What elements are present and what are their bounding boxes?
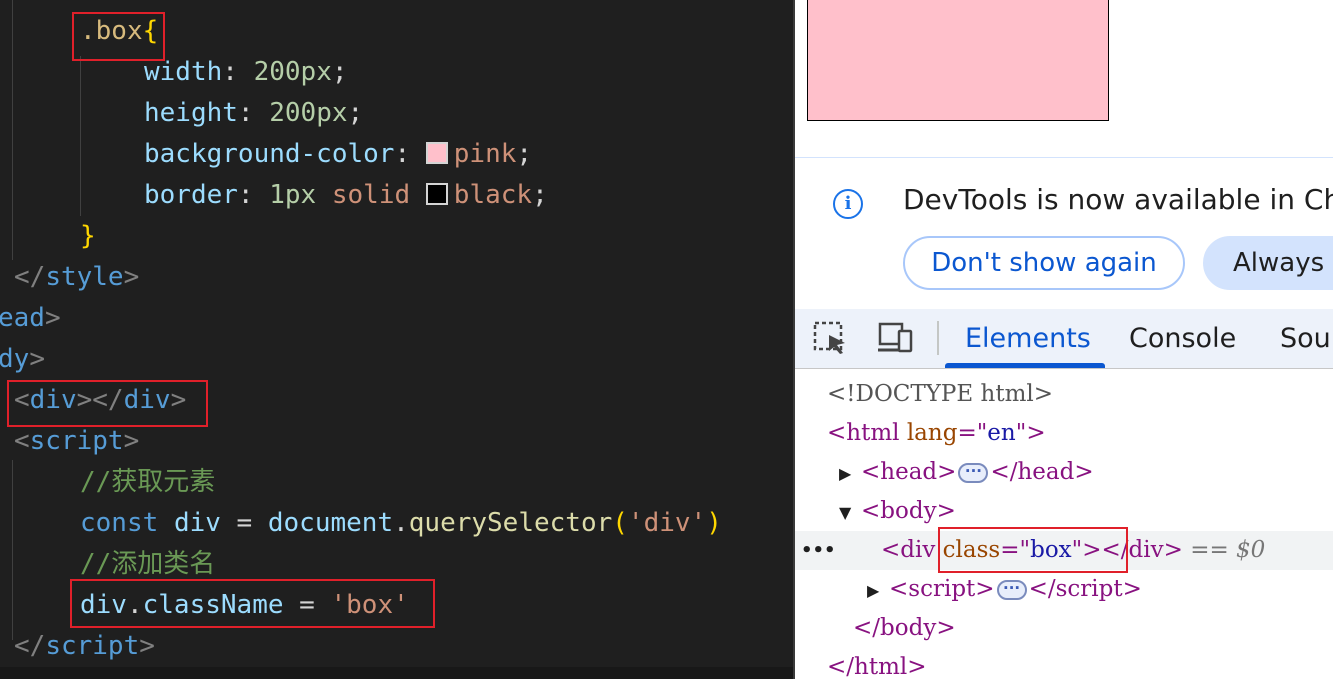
editor-scroll-area xyxy=(0,667,793,679)
dom-node-html-close[interactable]: </html> xyxy=(795,648,1333,679)
doctype-text: <!DOCTYPE html> xyxy=(827,381,1054,407)
code-comment: //添加类名 xyxy=(80,549,216,579)
tag-name: head xyxy=(880,459,938,485)
object-name: document xyxy=(267,508,394,538)
highlight-class-attr xyxy=(938,527,1128,573)
browser-pane: i DevTools is now available in Chinese! … xyxy=(793,0,1333,679)
tag-name: head xyxy=(1017,459,1075,485)
dom-tree[interactable]: <!DOCTYPE html> <html lang="en"> ▶ <head>… xyxy=(795,370,1333,679)
tag-name: html xyxy=(854,654,908,679)
dom-node-head[interactable]: ▶ <head> ··· </head> xyxy=(795,453,1333,492)
highlight-selector xyxy=(72,12,165,61)
code-line-head-close: ead> xyxy=(0,303,61,333)
code-comment: //获取元素 xyxy=(80,467,216,497)
code-line-height: height: 200px; xyxy=(144,98,364,128)
method-name: querySelector xyxy=(408,508,613,538)
code-line-body: dy> xyxy=(0,344,45,374)
tab-elements[interactable]: Elements xyxy=(965,323,1091,354)
prop-name: width xyxy=(144,57,223,87)
collapsed-ellipsis-icon[interactable]: ··· xyxy=(996,580,1027,600)
keyword: const xyxy=(80,508,159,538)
indent-guide xyxy=(12,460,13,640)
prop-value: 200px xyxy=(269,98,348,128)
code-line-comment1: //获取元素 xyxy=(80,462,215,503)
dom-node-body[interactable]: ▼ <body> xyxy=(795,492,1333,531)
indent-guide xyxy=(80,56,81,216)
prop-value: 200px xyxy=(253,57,332,87)
expand-triangle-icon[interactable]: ▶ xyxy=(839,454,861,493)
dom-node-doctype[interactable]: <!DOCTYPE html> xyxy=(795,375,1333,414)
tag-name: div xyxy=(900,537,936,563)
rendered-box xyxy=(807,0,1109,121)
notice-text: DevTools is now available in Chinese! xyxy=(903,183,1333,216)
collapse-triangle-icon[interactable]: ▼ xyxy=(839,493,861,532)
selected-node-ref: == $0 xyxy=(1190,537,1266,563)
color-swatch-pink[interactable] xyxy=(425,142,448,164)
tab-sources[interactable]: Sources xyxy=(1280,323,1333,354)
dom-node-html[interactable]: <html lang="en"> xyxy=(795,414,1333,453)
tag-name: dy xyxy=(0,344,30,374)
tag-name: body xyxy=(880,615,937,641)
code-line-bgcolor: background-color: pink; xyxy=(144,139,533,169)
code-line-const: const div = document.querySelector('div'… xyxy=(80,508,722,538)
info-icon: i xyxy=(833,189,863,219)
code-line-close-brace: } xyxy=(80,216,96,257)
method-arg: 'div' xyxy=(627,508,707,538)
highlight-classname xyxy=(70,579,435,628)
prop-value: black xyxy=(453,180,533,210)
toolbar-separator xyxy=(937,321,939,355)
tag-name: script xyxy=(1055,576,1123,602)
tab-console[interactable]: Console xyxy=(1129,323,1236,354)
color-swatch-black[interactable] xyxy=(425,183,448,205)
page-viewport xyxy=(795,0,1333,158)
active-tab-indicator xyxy=(945,363,1105,368)
tag-name: script xyxy=(908,576,976,602)
device-toolbar-icon[interactable] xyxy=(877,321,913,355)
tag-name: body xyxy=(880,498,937,524)
tag-name: html xyxy=(846,420,900,446)
prop-name: border xyxy=(144,180,238,210)
prop-value: pink xyxy=(453,139,517,169)
variable: div xyxy=(173,508,221,538)
devtools-language-notice: i DevTools is now available in Chinese! … xyxy=(795,159,1333,309)
code-line-script-close: </script> xyxy=(14,631,155,661)
attr-name: lang xyxy=(906,420,958,446)
code-line-width: width: 200px; xyxy=(144,57,348,87)
prop-value-kw: solid xyxy=(331,180,411,210)
highlight-div-tag xyxy=(7,380,208,427)
inspect-element-icon[interactable] xyxy=(813,321,849,355)
expand-triangle-icon[interactable]: ▶ xyxy=(867,571,889,610)
attr-value: en xyxy=(987,420,1016,446)
dom-node-script[interactable]: ▶ <script> ··· </script> xyxy=(795,570,1333,609)
dom-node-body-close[interactable]: </body> xyxy=(795,609,1333,648)
tag-name: script xyxy=(29,426,124,456)
prop-name: background-color xyxy=(144,139,395,169)
tag-name: div xyxy=(1128,537,1164,563)
dont-show-again-button[interactable]: Don't show again xyxy=(903,236,1185,290)
always-match-language-button[interactable]: Always match Chrome's language xyxy=(1203,236,1333,290)
prop-value-num: 1px xyxy=(269,180,317,210)
tag-name: script xyxy=(45,631,140,661)
tag-name: style xyxy=(45,262,124,292)
code-editor[interactable]: .box{ width: 200px; height: 200px; backg… xyxy=(0,0,793,679)
prop-name: height xyxy=(144,98,238,128)
tag-name: ead xyxy=(0,303,45,333)
close-brace: } xyxy=(80,221,96,251)
code-line-script-open: <script> xyxy=(14,426,140,456)
indent-guide xyxy=(12,0,13,260)
code-line-border: border: 1px solid black; xyxy=(144,180,548,210)
more-options-icon[interactable]: ••• xyxy=(801,531,836,570)
code-line-style-close: </style> xyxy=(14,262,140,292)
collapsed-ellipsis-icon[interactable]: ··· xyxy=(958,463,989,483)
devtools-toolbar: Elements Console Sources xyxy=(795,309,1333,369)
